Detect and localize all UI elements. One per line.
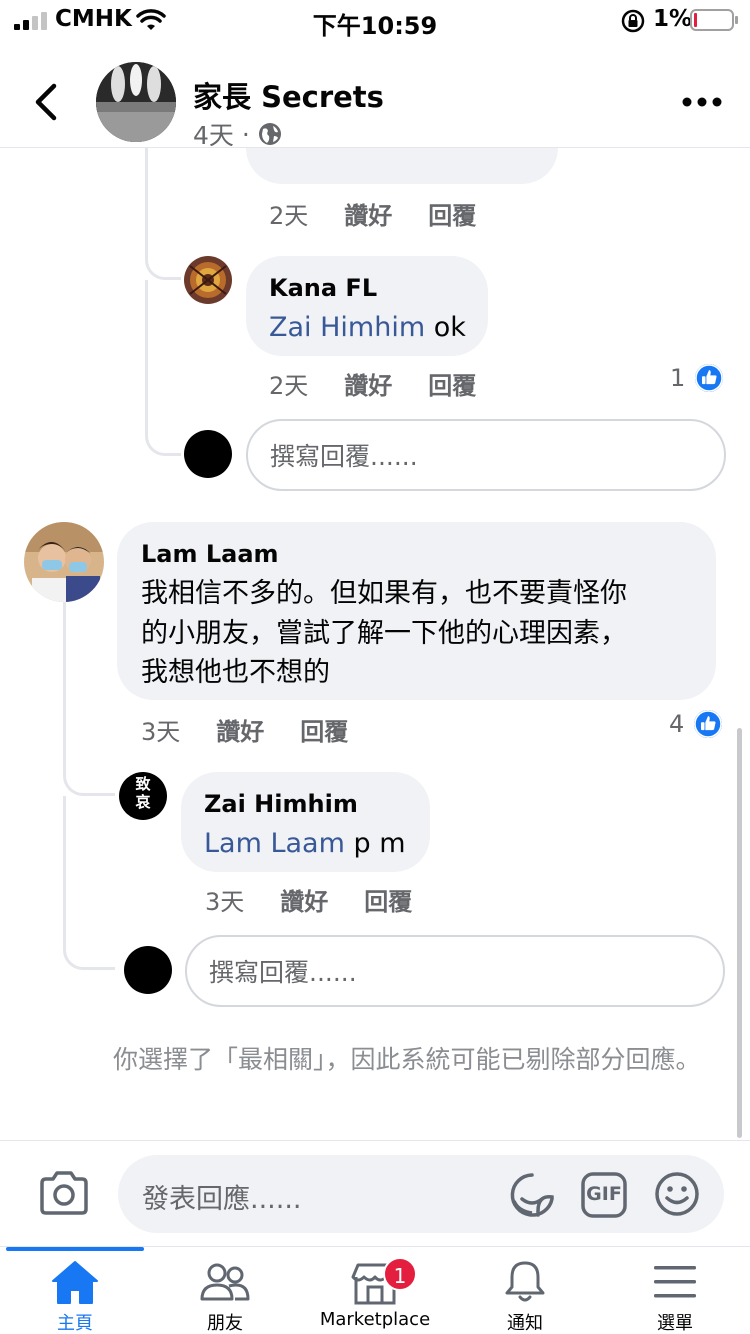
- reply-input[interactable]: 撰寫回覆......: [185, 935, 725, 1007]
- like-button[interactable]: 讚好: [344, 196, 392, 231]
- gif-label: GIF: [586, 1183, 622, 1205]
- post-meta: 4天 ·: [193, 116, 282, 152]
- meta-separator: ·: [241, 119, 250, 149]
- camera-icon[interactable]: [38, 1169, 90, 1217]
- comment-body: ok: [425, 312, 466, 343]
- comment-time: 3天: [141, 718, 181, 746]
- bottom-tab-bar: 主頁 朋友 1 Marketplace 通知 選單: [0, 1246, 750, 1334]
- status-bar: CMHK 下午10:59 1%: [0, 0, 750, 40]
- tab-friends[interactable]: 朋友: [150, 1255, 300, 1334]
- comment-input[interactable]: 發表回應...... GIF: [118, 1155, 724, 1233]
- tab-label: 主頁: [57, 1313, 93, 1334]
- comment-author[interactable]: Lam Laam: [141, 540, 279, 568]
- comment-bubble: Kana FL Zai Himhim ok: [246, 256, 488, 356]
- tab-marketplace[interactable]: 1 Marketplace: [300, 1255, 450, 1334]
- like-button[interactable]: 讚好: [216, 712, 264, 747]
- mention-link[interactable]: Zai Himhim: [269, 312, 425, 343]
- reply-input[interactable]: 撰寫回覆......: [246, 419, 726, 491]
- comment-author[interactable]: Zai Himhim: [204, 790, 358, 818]
- reaction-count[interactable]: 1: [670, 362, 726, 394]
- reply-button[interactable]: 回覆: [428, 366, 476, 401]
- friends-icon: [200, 1263, 250, 1301]
- reply-button[interactable]: 回覆: [428, 196, 476, 231]
- comment-time: 2天: [269, 202, 309, 230]
- comment-text-line: 我相信不多的。但如果有，也不要責怪你: [141, 578, 627, 609]
- reaction-number: 1: [670, 364, 686, 392]
- comment-body: p m: [344, 828, 406, 859]
- more-options-icon[interactable]: [680, 94, 724, 110]
- user-avatar: [124, 946, 172, 994]
- sticker-icon[interactable]: [508, 1171, 556, 1219]
- mention-link[interactable]: Lam Laam: [204, 828, 345, 859]
- emoji-icon[interactable]: [654, 1171, 700, 1217]
- comment-actions: 3天 讚好 回覆: [205, 882, 412, 917]
- user-avatar: [184, 430, 232, 478]
- back-arrow-icon[interactable]: [28, 80, 64, 124]
- comment-bubble: Zai Himhim Lam Laam p m: [181, 772, 430, 872]
- reply-placeholder: 撰寫回覆......: [270, 442, 418, 471]
- rotation-lock-icon: [621, 9, 645, 33]
- thread-elbow: [145, 420, 181, 456]
- page-avatar[interactable]: [96, 62, 176, 142]
- battery-icon: [690, 9, 738, 31]
- comment-text-line: 的小朋友，嘗試了解一下他的心理因素，: [141, 618, 627, 649]
- tab-home[interactable]: 主頁: [0, 1255, 150, 1334]
- thread-line: [63, 796, 66, 946]
- like-button[interactable]: 讚好: [344, 366, 392, 401]
- comment-actions: 2天 讚好 回覆: [269, 196, 476, 231]
- avatar[interactable]: [24, 522, 104, 602]
- thread-elbow: [63, 934, 115, 970]
- tab-notifications[interactable]: 通知: [450, 1255, 600, 1334]
- comment-actions: 3天 讚好 回覆: [141, 712, 348, 747]
- tab-label: 通知: [507, 1313, 543, 1334]
- thread-line: [145, 280, 148, 430]
- reply-button[interactable]: 回覆: [300, 712, 348, 747]
- comment-author[interactable]: Kana FL: [269, 274, 377, 302]
- reaction-count[interactable]: 4: [669, 708, 725, 740]
- relevance-notice: 你選擇了「最相關」，因此系統可能已剔除部分回應。: [113, 1045, 701, 1074]
- tab-label: 朋友: [207, 1313, 243, 1334]
- thumbs-up-icon: [693, 362, 726, 394]
- comment-time: 2天: [269, 372, 309, 400]
- thread-elbow: [145, 240, 181, 280]
- active-tab-indicator: [6, 1247, 144, 1251]
- battery-percent: 1%: [653, 6, 693, 32]
- home-icon: [52, 1261, 98, 1304]
- globe-icon: [258, 123, 281, 145]
- tab-label: 選單: [657, 1313, 693, 1334]
- comment-time: 3天: [205, 888, 245, 916]
- scrollbar[interactable]: [737, 728, 742, 1138]
- like-button[interactable]: 讚好: [280, 882, 328, 917]
- comment-text: Zai Himhim ok: [269, 308, 466, 347]
- tab-menu[interactable]: 選單: [600, 1255, 750, 1334]
- notification-badge: 1: [383, 1257, 417, 1291]
- comment-text: Lam Laam p m: [204, 824, 406, 863]
- thumbs-up-icon: [692, 708, 725, 740]
- comment-placeholder: 發表回應......: [142, 1184, 302, 1215]
- bell-icon: [505, 1261, 545, 1302]
- comment-actions: 2天 讚好 回覆: [269, 366, 476, 401]
- post-age: 4天: [193, 121, 234, 150]
- menu-icon: [654, 1266, 696, 1298]
- avatar[interactable]: [184, 256, 232, 304]
- page-name[interactable]: 家長 Secrets: [193, 74, 384, 116]
- reaction-number: 4: [669, 710, 685, 738]
- reply-placeholder: 撰寫回覆......: [209, 958, 357, 987]
- avatar[interactable]: 致哀: [119, 772, 167, 820]
- reply-button[interactable]: 回覆: [364, 882, 412, 917]
- post-header: 家長 Secrets 4天 ·: [0, 40, 750, 150]
- thread-line: [63, 602, 66, 772]
- thread-elbow: [63, 760, 115, 796]
- tab-label: Marketplace: [319, 1309, 431, 1330]
- avatar-text: 致哀: [135, 775, 151, 811]
- comment-bubble: Lam Laam 我相信不多的。但如果有，也不要責怪你 的小朋友，嘗試了解一下他…: [117, 522, 716, 700]
- comment-text-line: 我想他也不想的: [141, 657, 330, 688]
- comment-composer: 發表回應...... GIF: [0, 1140, 750, 1246]
- gif-button[interactable]: GIF: [580, 1171, 628, 1219]
